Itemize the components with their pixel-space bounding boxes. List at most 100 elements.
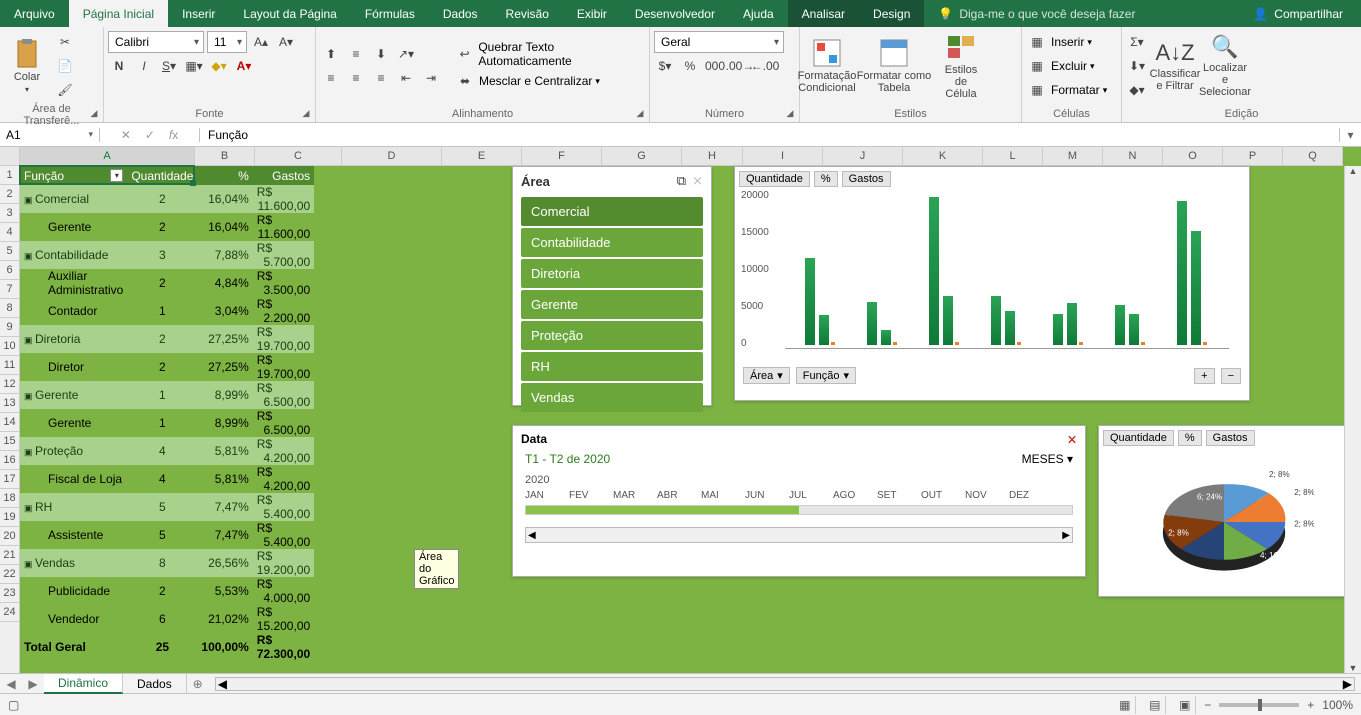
number-dialog-launcher[interactable]: ◢ — [783, 106, 797, 120]
align-left-button[interactable]: ≡ — [320, 67, 342, 89]
alignment-dialog-launcher[interactable]: ◢ — [633, 106, 647, 120]
accounting-button[interactable]: $▾ — [654, 55, 676, 77]
clear-button[interactable]: ◆▾ — [1126, 79, 1148, 101]
chart-collapse-button[interactable]: − — [1221, 368, 1241, 384]
insert-cells-button[interactable]: ▦Inserir▾ — [1026, 31, 1092, 53]
zoom-level[interactable]: 100% — [1322, 698, 1353, 712]
conditional-formatting-button[interactable]: Formatação Condicional — [804, 31, 850, 101]
wrap-text-button[interactable]: ↩ Quebrar Texto Automaticamente — [454, 40, 645, 68]
share-button[interactable]: 👤 Compartilhar — [1235, 7, 1361, 21]
border-button[interactable]: ▦▾ — [183, 55, 205, 77]
zoom-in-button[interactable]: + — [1307, 698, 1314, 712]
horizontal-scrollbar[interactable]: ◀▶ — [215, 677, 1355, 691]
copy-button[interactable]: 📄 — [54, 55, 76, 77]
bold-button[interactable]: N — [108, 55, 130, 77]
align-right-button[interactable]: ≡ — [370, 67, 392, 89]
increase-font-button[interactable]: A▴ — [250, 31, 272, 53]
align-middle-button[interactable]: ≡ — [345, 43, 367, 65]
slicer-item-vendas[interactable]: Vendas — [521, 383, 703, 412]
align-center-button[interactable]: ≡ — [345, 67, 367, 89]
tab-analyze[interactable]: Analisar — [788, 0, 859, 27]
slicer-clear-icon[interactable]: ⨯ — [692, 173, 703, 189]
macro-record-icon[interactable]: ▢ — [8, 698, 19, 712]
tab-layout[interactable]: Layout da Página — [229, 0, 350, 27]
indent-button[interactable]: ⇥ — [420, 67, 442, 89]
tab-insert[interactable]: Inserir — [168, 0, 229, 27]
page-layout-view-button[interactable]: ▤ — [1144, 696, 1166, 714]
chart-filter-area[interactable]: Área ▾ — [743, 367, 790, 384]
slicer-item-proteção[interactable]: Proteção — [521, 321, 703, 350]
pie-btn-qtd[interactable]: Quantidade — [1103, 430, 1174, 446]
format-as-table-button[interactable]: Formatar como Tabela — [854, 31, 934, 101]
cut-button[interactable]: ✂ — [54, 31, 76, 53]
zoom-out-button[interactable]: − — [1204, 698, 1211, 712]
timeline-clear-icon[interactable]: ⨯ — [1067, 432, 1077, 446]
fill-button[interactable]: ⬇▾ — [1126, 55, 1148, 77]
timeline-unit-select[interactable]: MESES ▾ — [1022, 452, 1073, 466]
find-select-button[interactable]: 🔍 Localizar e Selecionar — [1202, 31, 1248, 101]
cell-styles-button[interactable]: Estilos de Célula — [938, 31, 984, 101]
sheet-tab-dinamico[interactable]: Dinâmico — [44, 674, 123, 694]
italic-button[interactable]: I — [133, 55, 155, 77]
tab-file[interactable]: Arquivo — [0, 0, 69, 27]
orientation-button[interactable]: ↗▾ — [395, 43, 417, 65]
tab-data[interactable]: Dados — [429, 0, 492, 27]
formula-input[interactable]: Função — [200, 128, 1339, 142]
fill-color-button[interactable]: ◆▾ — [208, 55, 230, 77]
align-bottom-button[interactable]: ⬇ — [370, 43, 392, 65]
font-name-select[interactable]: Calibri — [108, 31, 204, 53]
sheet-nav-prev[interactable]: ◀ — [0, 677, 22, 691]
font-size-select[interactable]: 11 — [207, 31, 247, 53]
tell-me-search[interactable]: 💡 Diga-me o que você deseja fazer — [924, 7, 1235, 21]
increase-decimal-button[interactable]: .00→ — [729, 55, 751, 77]
zoom-slider[interactable] — [1219, 703, 1299, 707]
slicer-multiselect-icon[interactable]: ⧉ — [677, 173, 686, 189]
slicer-item-gerente[interactable]: Gerente — [521, 290, 703, 319]
column-headers[interactable]: ABCDEFGHIJKLMNOPQ — [20, 147, 1343, 166]
page-break-view-button[interactable]: ▣ — [1174, 696, 1196, 714]
tab-design[interactable]: Design — [859, 0, 924, 27]
decrease-decimal-button[interactable]: ←.00 — [754, 55, 776, 77]
chart-btn-pct[interactable]: % — [814, 171, 838, 187]
number-format-select[interactable]: Geral — [654, 31, 784, 53]
slicer-item-contabilidade[interactable]: Contabilidade — [521, 228, 703, 257]
slicer-item-diretoria[interactable]: Diretoria — [521, 259, 703, 288]
delete-cells-button[interactable]: ▦Excluir▾ — [1026, 55, 1095, 77]
tab-home[interactable]: Página Inicial — [69, 0, 168, 27]
normal-view-button[interactable]: ▦ — [1114, 696, 1136, 714]
percent-button[interactable]: % — [679, 55, 701, 77]
autosum-button[interactable]: Σ▾ — [1126, 31, 1148, 53]
pivot-table[interactable]: Função▾ Quantidade % Gastos Comercial216… — [20, 166, 314, 661]
new-sheet-button[interactable]: ⊕ — [187, 677, 209, 691]
slicer-area[interactable]: Área ⧉ ⨯ ComercialContabilidadeDiretoria… — [512, 166, 712, 406]
expand-formula-bar[interactable]: ▾ — [1339, 128, 1361, 142]
pie-btn-pct[interactable]: % — [1178, 430, 1202, 446]
font-color-button[interactable]: A▾ — [233, 55, 255, 77]
decrease-font-button[interactable]: A▾ — [275, 31, 297, 53]
chart-filter-funcao[interactable]: Função ▾ — [796, 367, 856, 384]
sheet-tab-dados[interactable]: Dados — [123, 674, 187, 694]
tab-help[interactable]: Ajuda — [729, 0, 788, 27]
pie-chart[interactable]: Quantidade % Gastos 2; 8% 2; 8% 2; 8% 4;… — [1098, 425, 1350, 597]
chart-expand-button[interactable]: + — [1194, 368, 1214, 384]
cancel-formula-icon[interactable]: ✕ — [121, 128, 131, 142]
outdent-button[interactable]: ⇤ — [395, 67, 417, 89]
format-cells-button[interactable]: ▦Formatar▾ — [1026, 79, 1107, 101]
enter-formula-icon[interactable]: ✓ — [145, 128, 155, 142]
slicer-item-rh[interactable]: RH — [521, 352, 703, 381]
format-painter-button[interactable]: 🖌 — [54, 79, 76, 101]
sheet-nav-next[interactable]: ▶ — [22, 677, 44, 691]
timeline-scrollbar[interactable]: ◀▶ — [525, 527, 1073, 543]
tab-formulas[interactable]: Fórmulas — [351, 0, 429, 27]
chart-btn-gastos[interactable]: Gastos — [842, 171, 891, 187]
vertical-scrollbar[interactable]: ▲▼ — [1344, 166, 1361, 673]
clipboard-dialog-launcher[interactable]: ◢ — [87, 106, 101, 120]
underline-button[interactable]: S▾ — [158, 55, 180, 77]
font-dialog-launcher[interactable]: ◢ — [299, 106, 313, 120]
fx-icon[interactable]: fx — [169, 128, 178, 142]
merge-center-button[interactable]: ⬌ Mesclar e Centralizar ▾ — [454, 70, 645, 92]
slicer-item-comercial[interactable]: Comercial — [521, 197, 703, 226]
paste-button[interactable]: Colar ▾ — [4, 31, 50, 101]
select-all-cell[interactable] — [0, 147, 20, 166]
pie-btn-gastos[interactable]: Gastos — [1206, 430, 1255, 446]
